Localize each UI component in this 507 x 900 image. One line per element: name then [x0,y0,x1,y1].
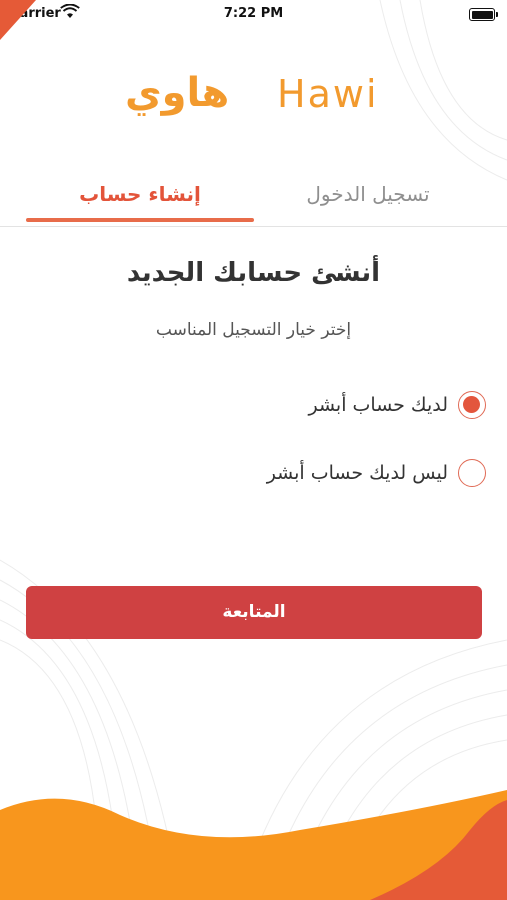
option-label: لديك حساب أبشر [308,394,448,416]
tab-create-account[interactable]: إنشاء حساب [26,170,254,222]
bottom-wave-decoration [0,790,507,900]
option-label: ليس لديك حساب أبشر [266,462,448,484]
status-bar: Carrier 7:22 PM [0,0,507,28]
corner-accent [0,0,36,40]
radio-button-unselected[interactable] [458,459,486,487]
app-logo: هاوي Hawi [125,60,385,130]
tabs-divider [0,226,507,227]
page-subtitle: إختر خيار التسجيل المناسب [155,320,352,340]
radio-button-selected[interactable] [458,391,486,419]
background-line-pattern [0,0,507,900]
status-time: 7:22 PM [223,6,284,21]
auth-tabs: إنشاء حساب تسجيل الدخول [0,170,507,228]
logo-arabic-text: هاوي [125,70,230,116]
battery-icon [469,8,498,21]
continue-button[interactable]: المتابعة [26,586,482,639]
logo-english-text: Hawi [277,72,379,116]
page-title: أنشئ حسابك الجديد [126,258,381,288]
option-no-absher[interactable]: ليس لديك حساب أبشر [210,453,486,493]
active-tab-indicator [26,218,254,222]
tab-login[interactable]: تسجيل الدخول [254,170,482,222]
option-has-absher[interactable]: لديك حساب أبشر [210,385,486,425]
